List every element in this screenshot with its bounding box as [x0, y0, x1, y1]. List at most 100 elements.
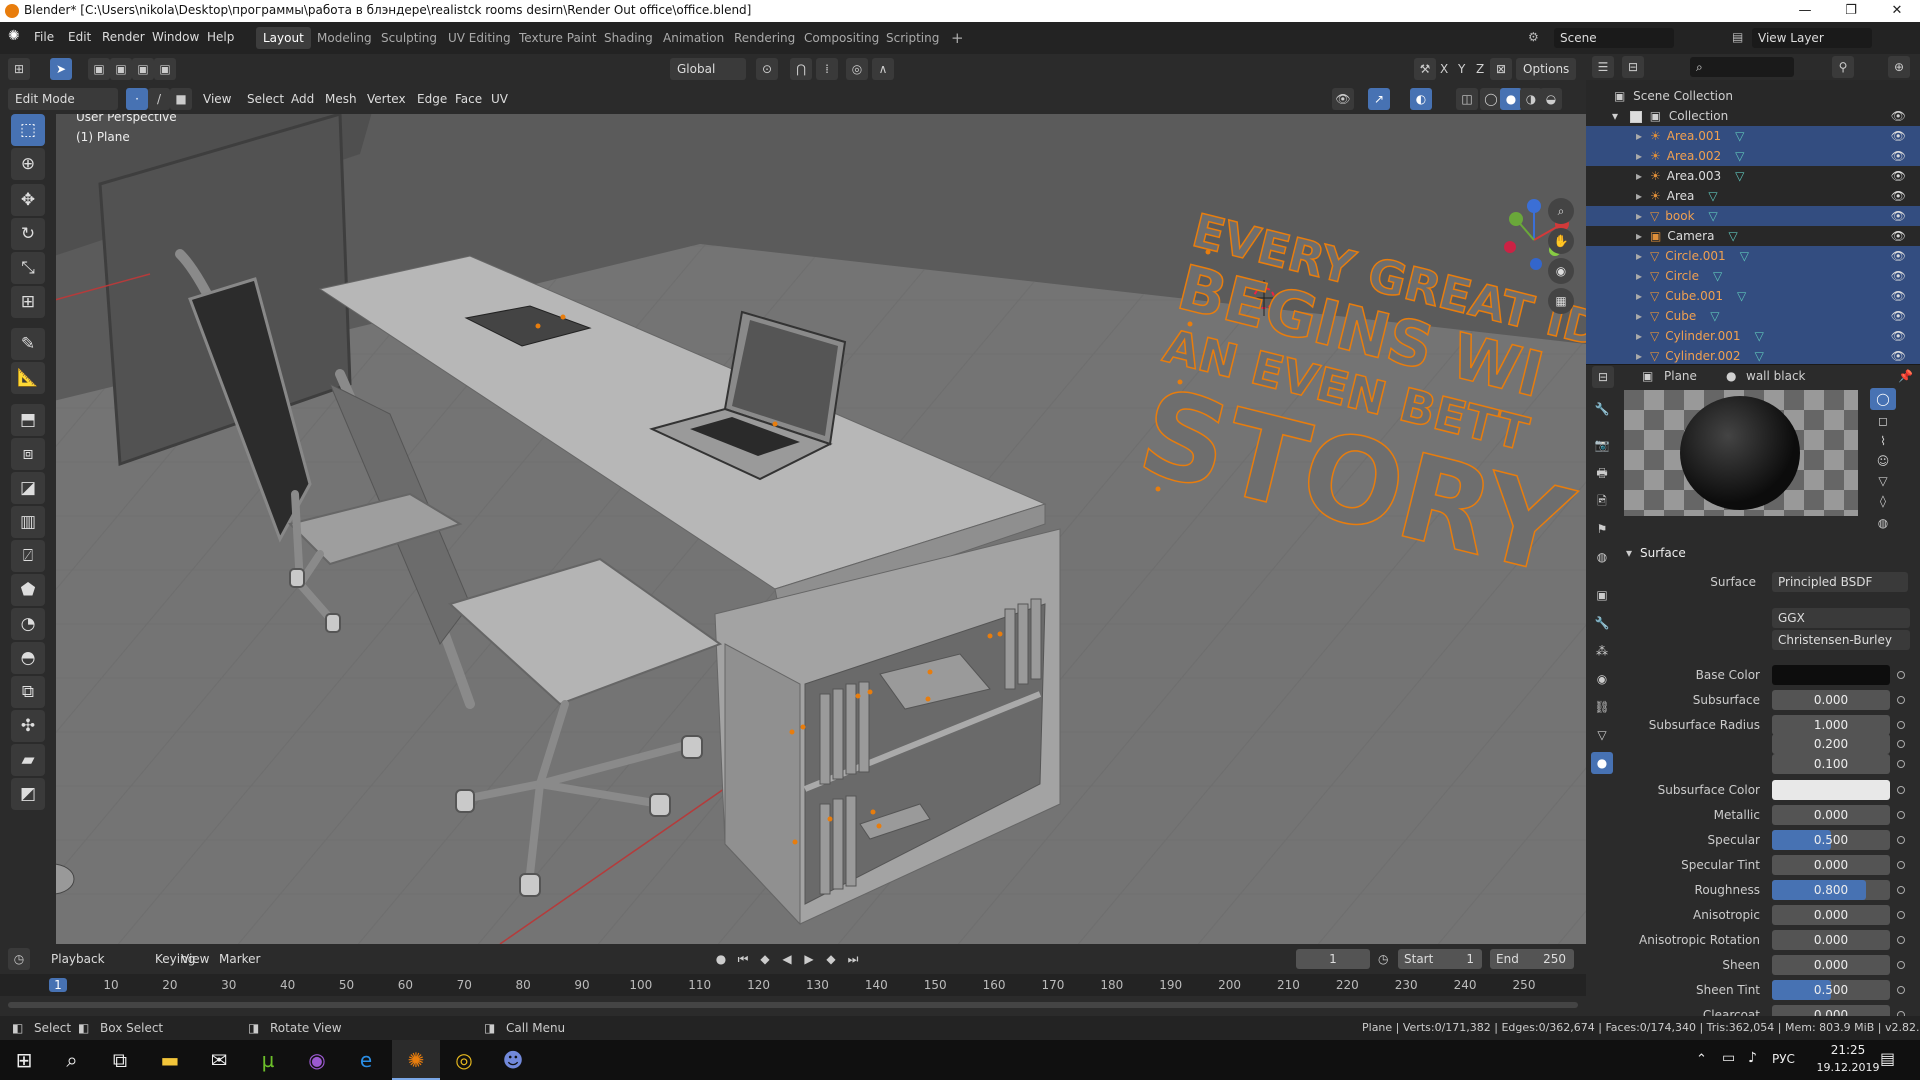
physics-tab-icon[interactable]: ◉	[1591, 668, 1613, 690]
property-slider[interactable]: 0.100	[1772, 754, 1890, 774]
close-button[interactable]: ✕	[1874, 0, 1920, 22]
tab-modeling[interactable]: Modeling	[310, 27, 379, 49]
box-select-extend-icon[interactable]: ▣	[110, 58, 132, 80]
camera-view-icon[interactable]: ◉	[1548, 258, 1574, 284]
outliner-item[interactable]: ▸ ☀ Area ▽ 👁	[1586, 186, 1920, 206]
proportional-edit-icon[interactable]: ◎	[846, 58, 868, 80]
blender-taskbar-icon[interactable]: ✺	[392, 1040, 440, 1080]
outliner-item[interactable]: ▸ ▽ Cube ▽ 👁	[1586, 306, 1920, 326]
preview-sphere-icon[interactable]: ◯	[1870, 388, 1896, 410]
property-slider[interactable]: 0.500	[1772, 830, 1890, 850]
input-language[interactable]: РУС	[1772, 1052, 1795, 1066]
menu-file[interactable]: File	[34, 30, 54, 44]
property-slider[interactable]: 0.000	[1772, 690, 1890, 710]
tab-sculpting[interactable]: Sculpting	[374, 27, 444, 49]
box-select-subtract-icon[interactable]: ▣	[132, 58, 154, 80]
scale-tool-icon[interactable]: ⤡	[11, 252, 45, 284]
preview-hair-icon[interactable]: ⌇	[1870, 430, 1896, 452]
current-frame-field[interactable]: 1	[1296, 949, 1370, 969]
tab-compositing[interactable]: Compositing	[797, 27, 886, 49]
inset-tool-icon[interactable]: ⧈	[11, 438, 45, 470]
knife-tool-icon[interactable]: ⍁	[11, 540, 45, 572]
falloff-icon[interactable]: ∧	[872, 58, 894, 80]
material-shading-icon[interactable]: ◑	[1520, 88, 1542, 110]
visibility-eye-icon[interactable]: 👁	[1891, 346, 1906, 366]
play-reverse-icon[interactable]: ◀	[776, 948, 798, 970]
property-slider[interactable]: 0.000	[1772, 855, 1890, 875]
node-socket-icon[interactable]	[1897, 911, 1905, 919]
node-socket-icon[interactable]	[1897, 740, 1905, 748]
box-select-invert-icon[interactable]: ▣	[154, 58, 176, 80]
outliner-item[interactable]: ▸ ☀ Area.003 ▽ 👁	[1586, 166, 1920, 186]
xray-icon[interactable]: ◫	[1456, 88, 1478, 110]
shrink-fatten-tool-icon[interactable]: ✣	[11, 710, 45, 742]
maximize-button[interactable]: ❐	[1828, 0, 1874, 22]
tab-uv-editing[interactable]: UV Editing	[441, 27, 518, 49]
surface-panel-toggle-icon[interactable]: ▾	[1626, 546, 1632, 560]
expand-arrow-icon[interactable]: ▸	[1636, 189, 1642, 203]
node-socket-icon[interactable]	[1897, 786, 1905, 794]
snap-target-icon[interactable]: ⁞	[816, 58, 838, 80]
menu-add[interactable]: Add	[284, 88, 321, 110]
menu-view[interactable]: View	[196, 88, 238, 110]
expand-arrow-icon[interactable]: ▸	[1636, 269, 1642, 283]
mirror-y[interactable]: Y	[1458, 62, 1465, 76]
blender-menu-icon[interactable]: ✺	[8, 28, 20, 44]
visibility-eye-icon[interactable]: 👁	[1891, 266, 1906, 286]
options-dropdown[interactable]: Options	[1516, 58, 1577, 80]
wireframe-shading-icon[interactable]: ◯	[1480, 88, 1502, 110]
menu-render[interactable]: Render	[102, 30, 145, 44]
outliner-item[interactable]: ▸ ▽ Cube.001 ▽ 👁	[1586, 286, 1920, 306]
scene-selector[interactable]: Scene	[1554, 28, 1674, 48]
vertex-select-icon[interactable]: ·	[126, 88, 148, 110]
overlays-icon[interactable]: ◐	[1410, 88, 1432, 110]
expand-arrow-icon[interactable]: ▸	[1636, 249, 1642, 263]
outliner-item[interactable]: ▸ ▽ Circle.001 ▽ 👁	[1586, 246, 1920, 266]
tab-animation[interactable]: Animation	[656, 27, 731, 49]
tab-texture-paint[interactable]: Texture Paint	[512, 27, 603, 49]
network-icon[interactable]: ▭	[1722, 1050, 1735, 1066]
node-socket-icon[interactable]	[1897, 671, 1905, 679]
outliner-item[interactable]: ▸ ▣ Camera ▽ 👁	[1586, 226, 1920, 246]
mail-icon[interactable]: ✉	[195, 1040, 243, 1080]
clock-time[interactable]: 21:25	[1818, 1043, 1878, 1057]
scene-tab-icon[interactable]: ⚑	[1591, 518, 1613, 540]
node-socket-icon[interactable]	[1897, 836, 1905, 844]
expand-arrow-icon[interactable]: ▸	[1636, 209, 1642, 223]
property-slider[interactable]: 0.000	[1772, 930, 1890, 950]
discord-icon[interactable]: ☻	[489, 1040, 537, 1080]
rotate-tool-icon[interactable]: ↻	[11, 218, 45, 250]
marker-menu[interactable]: Marker	[212, 948, 267, 970]
move-tool-icon[interactable]: ✥	[11, 184, 45, 216]
subsurface-method-dropdown[interactable]: Christensen-Burley	[1772, 630, 1910, 650]
editor-type-icon[interactable]: ⊞	[8, 58, 30, 80]
snap-magnet-icon[interactable]: ⋂	[790, 58, 812, 80]
preview-cube-icon[interactable]: ◻	[1870, 410, 1896, 432]
outliner-item[interactable]: ▸ ▽ Cylinder.002 ▽ 👁	[1586, 346, 1920, 366]
playhead-frame[interactable]: 1	[49, 978, 67, 992]
expand-arrow-icon[interactable]: ▸	[1636, 289, 1642, 303]
face-select-icon[interactable]: ■	[170, 88, 192, 110]
object-tab-icon[interactable]: ▣	[1591, 584, 1613, 606]
mode-dropdown[interactable]: Edit Mode	[8, 88, 118, 110]
collection-checkbox[interactable]	[1629, 110, 1642, 123]
jump-start-icon[interactable]: ⏮	[732, 948, 754, 970]
zoom-icon[interactable]: ⌕	[1548, 198, 1574, 224]
loop-cut-tool-icon[interactable]: ▥	[11, 506, 45, 538]
measure-tool-icon[interactable]: 📐	[11, 362, 45, 394]
menu-help[interactable]: Help	[207, 30, 234, 44]
menu-vertex[interactable]: Vertex	[360, 88, 413, 110]
pan-hand-icon[interactable]: ✋	[1548, 228, 1574, 254]
particles-tab-icon[interactable]: ⁂	[1591, 640, 1613, 662]
preview-world-icon[interactable]: ◍	[1870, 512, 1896, 534]
visibility-eye-icon[interactable]: 👁	[1891, 326, 1906, 346]
timeline-view-menu[interactable]: View	[174, 948, 216, 970]
media-player-icon[interactable]: ◉	[293, 1040, 341, 1080]
timeline-track-area[interactable]	[0, 996, 1586, 1016]
task-view-icon[interactable]: ⧉	[96, 1040, 144, 1080]
menu-uv[interactable]: UV	[484, 88, 515, 110]
expand-arrow-icon[interactable]: ▸	[1636, 229, 1642, 243]
visibility-eye-icon[interactable]: 👁	[1891, 206, 1906, 226]
annotate-tool-icon[interactable]: ✎	[11, 328, 45, 360]
collection-row[interactable]: ▾ ▣ Collection 👁	[1586, 106, 1920, 126]
